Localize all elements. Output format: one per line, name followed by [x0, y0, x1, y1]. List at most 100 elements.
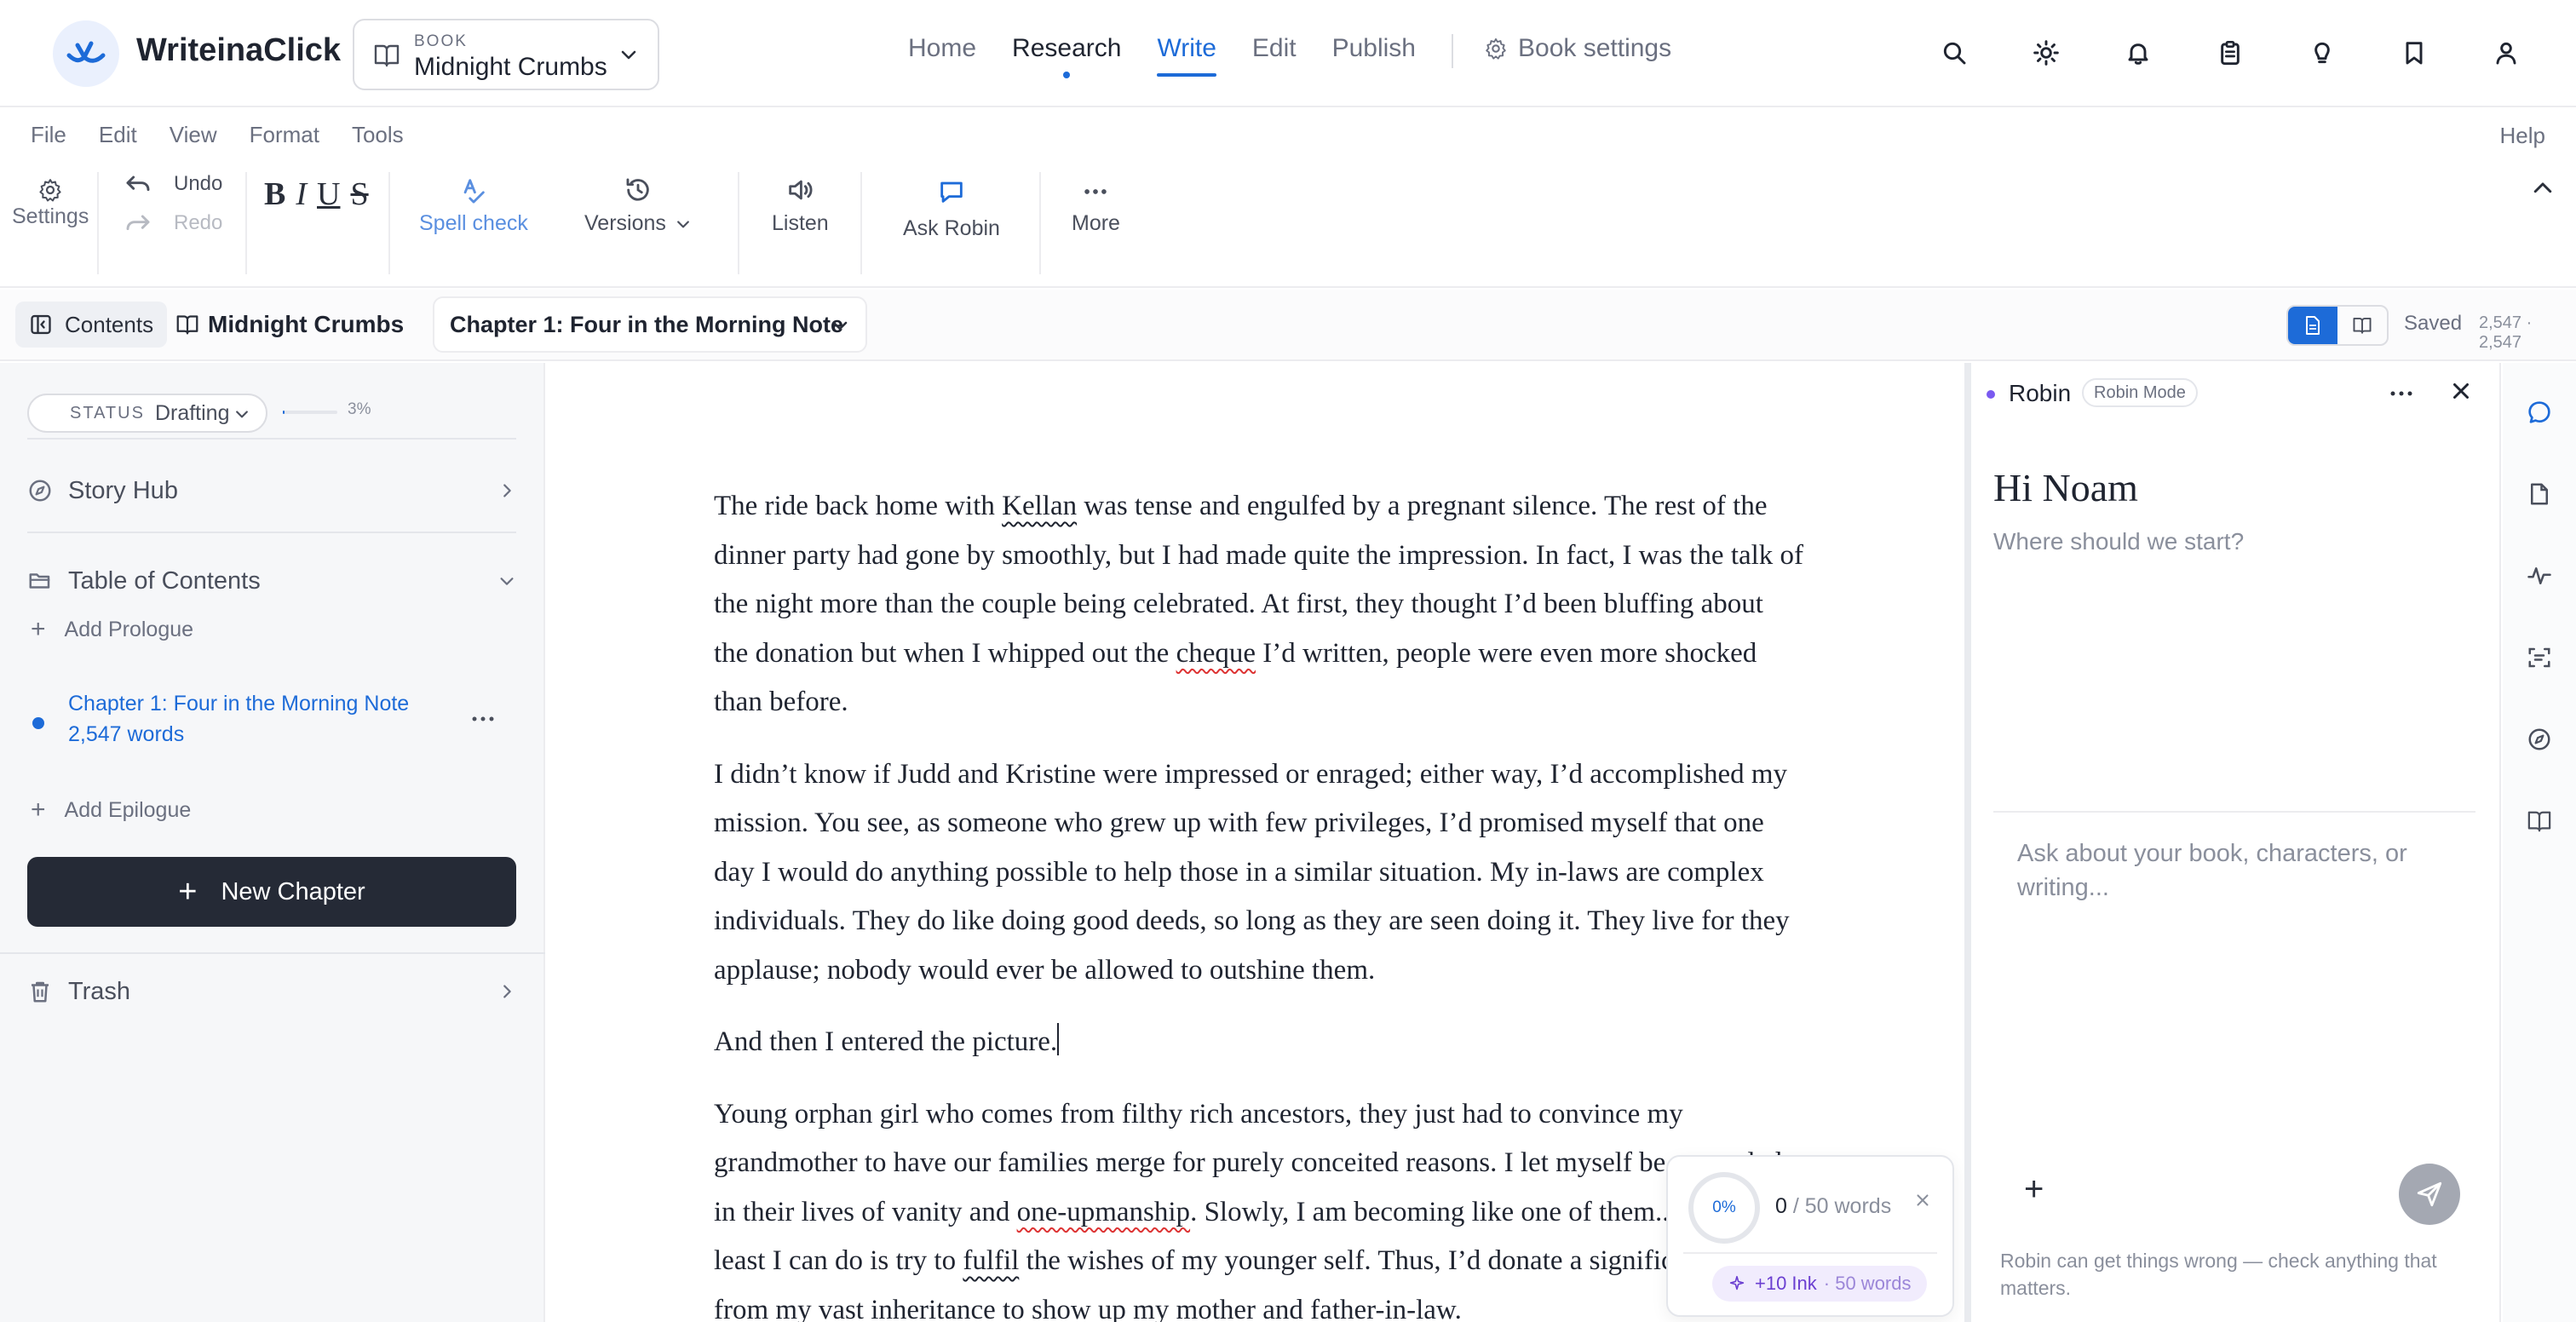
- ask-robin-label: Ask Robin: [903, 216, 1000, 240]
- bookmark-icon[interactable]: [2395, 34, 2433, 72]
- strikethrough-button[interactable]: S: [350, 175, 368, 213]
- panel-resize-handle[interactable]: [1964, 363, 1971, 1322]
- spelling-flag[interactable]: one-upmanship: [1017, 1197, 1190, 1227]
- add-prologue-button[interactable]: + Add Prologue: [31, 615, 193, 644]
- active-chapter-dot: [32, 717, 44, 729]
- book-open-icon: [2353, 317, 2372, 334]
- menu-tools[interactable]: Tools: [352, 122, 404, 148]
- attach-plus-icon[interactable]: +: [2024, 1170, 2044, 1209]
- versions-button[interactable]: Versions: [584, 175, 692, 236]
- toolbar-divider: [860, 172, 862, 274]
- plus-icon: +: [178, 873, 198, 910]
- collapse-toolbar-icon[interactable]: [2530, 175, 2556, 201]
- breadcrumb-book[interactable]: Midnight Crumbs: [175, 302, 404, 348]
- spelling-flag[interactable]: cheque: [1176, 638, 1256, 669]
- italic-button[interactable]: I: [296, 175, 307, 213]
- paragraph: And then I entered the picture.: [714, 1018, 1804, 1067]
- toolbar-divider: [97, 172, 99, 274]
- context-bar: Contents Midnight Crumbs Chapter 1: Four…: [0, 290, 2576, 361]
- listen-button[interactable]: Listen: [772, 175, 829, 236]
- sun-icon[interactable]: [2027, 34, 2065, 72]
- more-horizontal-icon[interactable]: [470, 714, 496, 724]
- add-epilogue-button[interactable]: + Add Epilogue: [31, 796, 191, 825]
- toolbar-divider: [388, 172, 390, 274]
- table-of-contents-item[interactable]: Table of Contents: [27, 555, 516, 606]
- menu-help[interactable]: Help: [2500, 123, 2545, 149]
- book-picker-title: Midnight Crumbs: [414, 53, 607, 81]
- activity-icon[interactable]: [2521, 557, 2558, 595]
- chapter-title: Chapter 1: Four in the Morning Note: [68, 692, 410, 716]
- trash-icon: [32, 981, 49, 1003]
- close-icon[interactable]: [2448, 378, 2474, 404]
- sidebar-divider: [27, 532, 516, 533]
- menu-edit[interactable]: Edit: [99, 122, 137, 148]
- status-key: STATUS: [70, 403, 145, 422]
- menu-view[interactable]: View: [170, 122, 217, 148]
- search-icon[interactable]: [1935, 34, 1973, 72]
- history-icon: [626, 178, 649, 201]
- story-hub-item[interactable]: Story Hub: [27, 465, 516, 516]
- nav-home[interactable]: Home: [908, 34, 976, 63]
- editor-toolbar: Settings Undo Redo B I U S Spell check V…: [0, 160, 2576, 288]
- sparkle-icon: [1729, 1275, 1745, 1290]
- document-view-button[interactable]: [2288, 307, 2337, 344]
- undo-button[interactable]: Undo: [124, 172, 222, 196]
- redo-button[interactable]: Redo: [124, 211, 222, 235]
- trash-item[interactable]: Trash: [27, 966, 516, 1017]
- chevron-down-icon: [832, 321, 848, 330]
- compass-icon: [29, 480, 51, 502]
- text-format-group: B I U S: [264, 175, 369, 213]
- compass-icon[interactable]: [2521, 721, 2558, 758]
- gear-icon: [39, 179, 61, 202]
- status-dropdown[interactable]: STATUS Drafting: [27, 394, 267, 433]
- book-settings-label: Book settings: [1518, 34, 1672, 62]
- new-chapter-button[interactable]: + New Chapter: [27, 857, 516, 927]
- send-button[interactable]: [2399, 1164, 2460, 1225]
- book-settings-link[interactable]: Book settings: [1484, 34, 1671, 63]
- chat-icon[interactable]: [2521, 394, 2558, 431]
- grammar-flag[interactable]: Kellan: [1002, 491, 1077, 521]
- chapter-selector[interactable]: Chapter 1: Four in the Morning Note: [433, 296, 867, 353]
- robin-mode-badge[interactable]: Robin Mode: [2082, 378, 2198, 407]
- settings-button[interactable]: Settings: [12, 177, 89, 229]
- underline-button[interactable]: U: [317, 175, 340, 213]
- menu-file[interactable]: File: [31, 122, 66, 148]
- spell-check-button[interactable]: Spell check: [419, 175, 528, 236]
- trash-label: Trash: [68, 977, 131, 1005]
- bold-button[interactable]: B: [264, 175, 285, 213]
- chevron-down-icon: [621, 50, 636, 60]
- robin-chat-input[interactable]: Ask about your book, characters, or writ…: [2017, 836, 2443, 905]
- scan-text-icon[interactable]: [2521, 639, 2558, 676]
- close-icon[interactable]: [1913, 1191, 1932, 1210]
- grammar-flag[interactable]: fulfil: [963, 1245, 1019, 1276]
- menu-format[interactable]: Format: [250, 122, 319, 148]
- chapter-list-item[interactable]: Chapter 1: Four in the Morning Note 2,54…: [27, 688, 516, 756]
- contents-label: Contents: [65, 311, 154, 337]
- app-logo[interactable]: [53, 20, 119, 87]
- chevron-right-icon: [503, 985, 511, 998]
- more-horizontal-icon[interactable]: [2389, 388, 2414, 399]
- book-picker[interactable]: BOOK Midnight Crumbs: [353, 19, 659, 90]
- lightbulb-icon[interactable]: [2303, 34, 2341, 72]
- user-icon[interactable]: [2487, 34, 2525, 72]
- more-button[interactable]: More: [1072, 179, 1120, 236]
- nav-publish[interactable]: Publish: [1332, 34, 1416, 63]
- bell-icon[interactable]: [2119, 34, 2157, 72]
- sidebar-panel-icon: [31, 314, 51, 335]
- gear-icon: [1486, 37, 1506, 60]
- contents-toggle[interactable]: Contents: [15, 302, 168, 348]
- chevron-right-icon: [503, 484, 511, 497]
- nav-write[interactable]: Write: [1157, 34, 1217, 77]
- document-icon[interactable]: [2521, 475, 2558, 513]
- book-view-button[interactable]: [2337, 307, 2387, 344]
- editor-text[interactable]: The ride back home with Kellan was tense…: [714, 482, 1804, 1322]
- ask-robin-button[interactable]: Ask Robin: [903, 177, 1000, 241]
- versions-label: Versions: [584, 211, 666, 235]
- nav-edit[interactable]: Edit: [1252, 34, 1297, 63]
- clipboard-icon[interactable]: [2211, 34, 2249, 72]
- logo-mark-icon: [66, 41, 106, 63]
- progress-bar-fill: [283, 411, 285, 414]
- robin-header: Robin Robin Mode: [1971, 363, 2501, 424]
- nav-research[interactable]: Research: [1012, 34, 1121, 78]
- book-open-icon[interactable]: [2521, 802, 2558, 840]
